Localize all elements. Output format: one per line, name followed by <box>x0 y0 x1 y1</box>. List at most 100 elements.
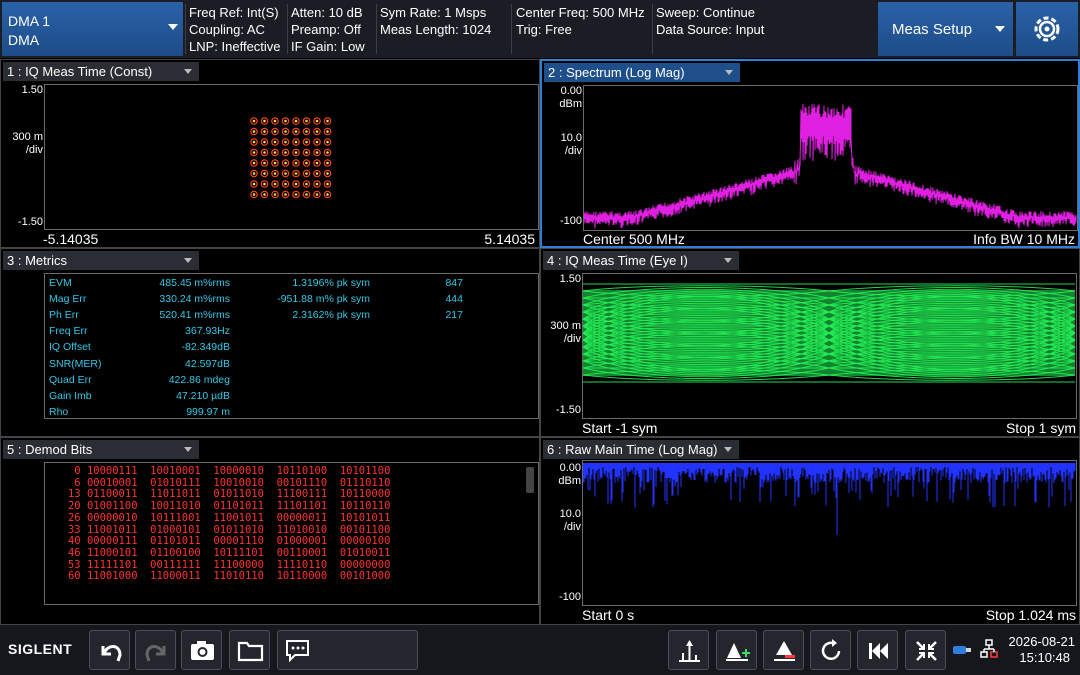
refresh-button[interactable] <box>810 630 851 670</box>
zoom-button[interactable] <box>905 630 946 670</box>
constellation-point-center <box>273 161 277 165</box>
skip-back-icon <box>869 643 888 659</box>
bits-word: 11101101 <box>276 500 340 513</box>
settings-button[interactable] <box>1016 2 1078 56</box>
bits-word: 10110110 <box>339 500 391 513</box>
bits-word: 00101110 <box>276 476 340 489</box>
constellation-plot[interactable] <box>44 84 539 230</box>
constellation-point-center <box>252 193 256 196</box>
redo-button[interactable] <box>135 630 176 670</box>
sym-rate-text: Sym Rate: 1 Msps <box>380 5 487 20</box>
y-unit-label: dBm <box>559 98 582 110</box>
screenshot-button[interactable] <box>181 630 222 670</box>
constellation-point-center <box>305 140 308 144</box>
bits-word: 11000101 <box>86 546 151 559</box>
panel-title-dropdown[interactable]: 2 : Spectrum (Log Mag) <box>544 63 740 82</box>
constellation-point-center <box>273 182 277 186</box>
skip-back-button[interactable] <box>857 630 898 670</box>
undo-button[interactable] <box>89 630 130 670</box>
y-scale-unit: /div <box>563 521 581 533</box>
mode-selector-button[interactable]: DMA 1 DMA <box>2 2 183 56</box>
y-unit-label: dBm <box>558 475 581 487</box>
constellation-point-center <box>305 182 308 186</box>
constellation-point-center <box>326 151 329 154</box>
info-group-reference[interactable]: Freq Ref: Int(S) Coupling: AC LNP: Ineff… <box>189 4 281 55</box>
bits-word: 10101011 <box>339 511 391 524</box>
panel-title-dropdown[interactable]: 1 : IQ Meas Time (Const) <box>3 62 199 81</box>
add-marker-button[interactable] <box>716 630 757 670</box>
info-group-symbol[interactable]: Sym Rate: 1 Msps Meas Length: 1024 <box>380 4 491 38</box>
raw-time-plot[interactable] <box>582 460 1077 606</box>
y-scale-unit: /div <box>564 145 582 157</box>
chevron-down-icon <box>724 258 732 263</box>
bits-word: 10110000 <box>276 570 340 583</box>
constellation-point-center <box>284 172 287 175</box>
bits-table[interactable]: 0 10000111 10010001 10000010 10110100 10… <box>44 462 539 605</box>
metrics-cell: -82.349dB <box>181 341 230 354</box>
spectrum-trace <box>583 104 1077 229</box>
bits-word: 01010111 <box>150 476 214 489</box>
info-group-frequency[interactable]: Center Freq: 500 MHz Trig: Free <box>516 4 645 38</box>
bits-word: 00101100 <box>339 523 391 536</box>
scrollbar-thumb[interactable] <box>526 467 534 493</box>
constellation-point-center <box>273 151 277 154</box>
bits-word: 00000100 <box>339 535 391 548</box>
panel-title-dropdown[interactable]: 6 : Raw Main Time (Log Mag) <box>543 440 739 459</box>
atten-text: Atten: 10 dB <box>291 5 363 20</box>
constellation-point-center <box>294 119 298 123</box>
constellation-point-center <box>284 161 287 165</box>
eye-plot[interactable] <box>582 273 1077 419</box>
constellation-point-center <box>263 151 266 154</box>
y-bottom-label: -100 <box>559 215 582 227</box>
panel-spectrum[interactable]: 2 : Spectrum (Log Mag) 0.00 dBm 10.0 /di… <box>540 59 1080 248</box>
bits-word: 11011011 <box>150 488 214 501</box>
spectrum-plot[interactable] <box>583 85 1078 231</box>
y-scale-unit: /div <box>563 333 581 345</box>
bits-word: 10011010 <box>150 500 214 513</box>
constellation-point-center <box>263 119 266 123</box>
panel-metrics[interactable]: 3 : Metrics EVM 485.45 m%rms 1.3196% pk sy… <box>0 248 540 437</box>
info-group-sweep[interactable]: Sweep: Continue Data Source: Input <box>656 4 764 38</box>
constellation-point-center <box>315 151 319 154</box>
constellation-point-center <box>273 193 277 196</box>
panel-raw-time[interactable]: 6 : Raw Main Time (Log Mag) 0.00 dBm 10.… <box>540 437 1080 625</box>
bits-word: 00000000 <box>339 558 391 571</box>
bits-word: 00101000 <box>339 570 391 583</box>
bits-word: 11001000 <box>86 570 151 583</box>
constellation-point-center <box>252 130 256 133</box>
metrics-cell: 367.93Hz <box>185 325 230 338</box>
bits-word: 11001011 <box>86 523 151 536</box>
bits-word: 11010110 <box>213 570 277 583</box>
refresh-icon <box>821 639 841 660</box>
info-group-attenuation[interactable]: Atten: 10 dB Preamp: Off IF Gain: Low <box>291 4 365 55</box>
file-button[interactable] <box>229 630 270 670</box>
constellation-point-center <box>263 193 266 196</box>
bits-index: 40 <box>49 535 87 548</box>
constellation-point-center <box>263 130 266 133</box>
panel-demod-bits[interactable]: 5 : Demod Bits 0 10000111 10010001 10000… <box>0 437 540 625</box>
bottom-toolbar: SIGLENT 2026-08-21 15:10:48 <box>0 625 1080 675</box>
if-gain-text: IF Gain: Low <box>291 39 365 54</box>
panel-constellation[interactable]: 1 : IQ Meas Time (Const) 1.50 300 m /div… <box>0 59 540 248</box>
y-scale-label: 10.0 <box>559 508 581 520</box>
constellation-point-center <box>252 161 256 165</box>
constellation-point-center <box>263 172 266 175</box>
marker-to-button[interactable] <box>763 630 804 670</box>
peak-search-button[interactable] <box>668 630 709 670</box>
constellation-point-center <box>252 172 256 175</box>
meas-setup-button[interactable]: Meas Setup <box>878 2 1013 56</box>
panel-title-dropdown[interactable]: 4 : IQ Meas Time (Eye I) <box>543 251 739 270</box>
chevron-down-icon <box>184 447 192 452</box>
y-bottom-label: -1.50 <box>555 404 581 416</box>
constellation-point-center <box>284 130 287 133</box>
panel-title-dropdown[interactable]: 3 : Metrics <box>3 251 199 270</box>
panel-title-dropdown[interactable]: 5 : Demod Bits <box>3 440 199 459</box>
constellation-point-center <box>326 130 329 133</box>
stop-footer: Stop 1.024 ms <box>985 607 1076 623</box>
freq-ref-text: Freq Ref: Int(S) <box>189 5 279 20</box>
bits-word: 10110000 <box>339 488 391 501</box>
bits-word: 01100011 <box>86 488 151 501</box>
message-button[interactable] <box>277 630 418 670</box>
shrink-icon <box>916 641 937 661</box>
panel-eye-diagram[interactable]: 4 : IQ Meas Time (Eye I) 1.50 300 m /div… <box>540 248 1080 437</box>
